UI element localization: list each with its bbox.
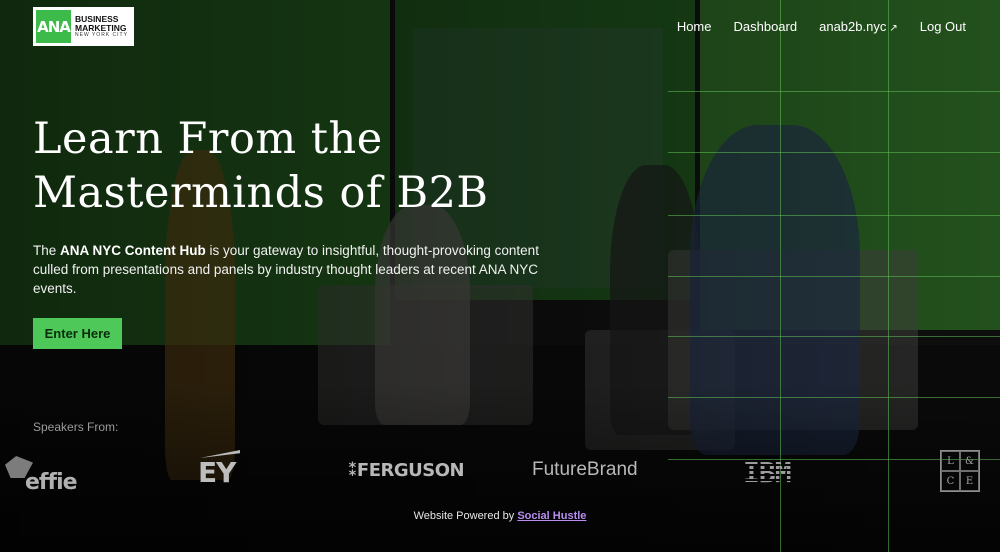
lc-logo-cell: C <box>941 471 960 491</box>
powered-by-footer: Website Powered by Social Hustle <box>0 510 1000 522</box>
effie-logo-text: effie <box>25 470 78 495</box>
lc-logo: L & C E <box>940 450 980 492</box>
nav-home-link[interactable]: Home <box>677 19 712 34</box>
nav-external-link[interactable]: anab2b.nyc ↗ <box>819 19 898 34</box>
speakers-label: Speakers From: <box>33 420 119 434</box>
logo-wordmark: BUSINESS MARKETING NEW YORK CITY <box>75 15 128 38</box>
hero-text-strong: ANA NYC Content Hub <box>60 243 206 258</box>
hero-text-prefix: The <box>33 243 61 258</box>
ana-logo-mark: ANA <box>36 10 71 43</box>
ferguson-logo: ⁑FERGUSON <box>348 460 465 481</box>
hero-title: Learn From the Masterminds of B2B <box>33 112 593 220</box>
nav-logout-link[interactable]: Log Out <box>920 19 966 34</box>
main-nav: Home Dashboard anab2b.nyc ↗ Log Out <box>677 19 966 34</box>
speaker-logos-row: effie EY ⁑FERGUSON FutureBrand IBM L & C… <box>0 450 1000 500</box>
hero-description: The ANA NYC Content Hub is your gateway … <box>33 241 553 298</box>
nav-external-label: anab2b.nyc <box>819 19 887 34</box>
social-hustle-link[interactable]: Social Hustle <box>517 510 586 522</box>
logo-line-3: NEW YORK CITY <box>75 32 128 38</box>
logo-line-2: MARKETING <box>75 22 127 33</box>
nav-dashboard-link[interactable]: Dashboard <box>734 19 798 34</box>
hero-title-line-1: Learn From the <box>33 114 383 164</box>
ey-logo-text: EY <box>198 456 236 489</box>
ey-logo: EY <box>198 450 240 489</box>
futurebrand-logo: FutureBrand <box>532 459 638 480</box>
ana-business-marketing-logo[interactable]: ANA BUSINESS MARKETING NEW YORK CITY <box>33 7 134 46</box>
external-link-icon: ↗ <box>889 23 898 34</box>
lc-logo-cell: & <box>960 451 979 471</box>
lc-logo-cell: L <box>941 451 960 471</box>
powered-by-text: Website Powered by <box>413 510 518 522</box>
lc-logo-cell: E <box>960 471 979 491</box>
hero-title-line-2: Masterminds of B2B <box>33 168 489 218</box>
effie-logo: effie <box>5 450 78 495</box>
enter-here-button[interactable]: Enter Here <box>33 318 122 349</box>
ferguson-logo-text: FERGUSON <box>356 460 465 481</box>
ibm-logo: IBM <box>743 456 792 489</box>
